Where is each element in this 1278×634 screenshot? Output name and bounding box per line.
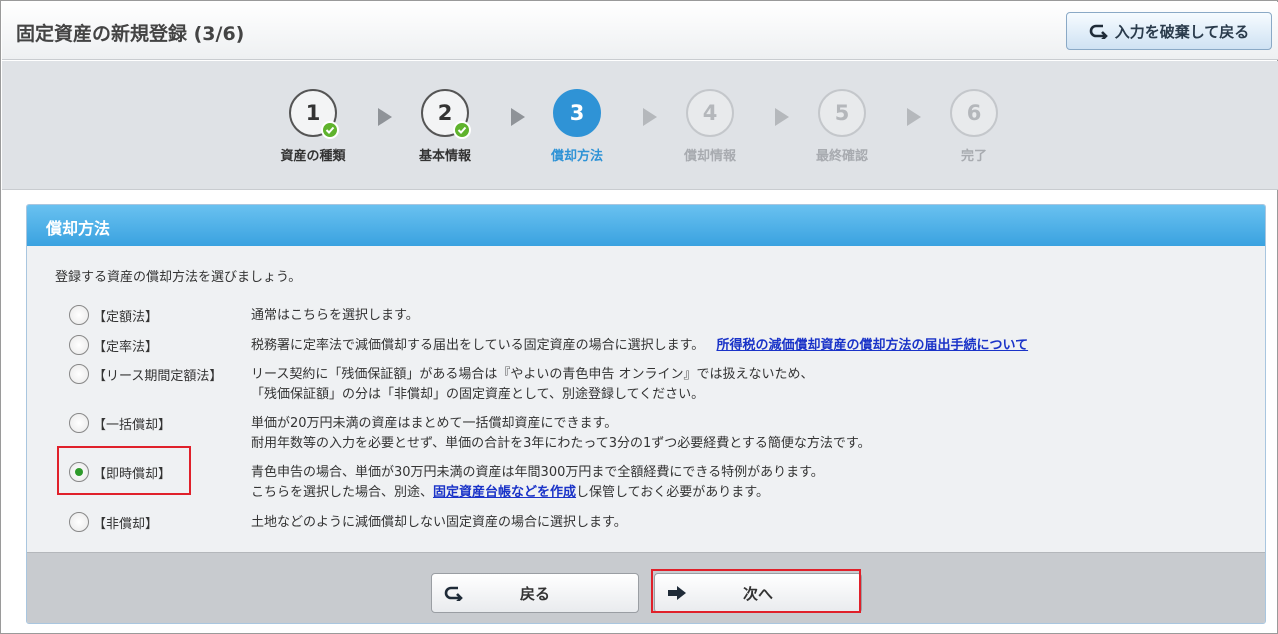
option-name: 【リース期間定額法】	[93, 369, 223, 384]
option-name: 【即時償却】	[93, 467, 172, 482]
step-2-circle: 2	[421, 89, 471, 139]
option-desc-line2: 耐用年数等の入力を必要とせず、単価の合計を3年にわたって3分の1ずつ必要経費とす…	[251, 436, 871, 451]
radio-lump-sum[interactable]	[69, 413, 89, 433]
progress-stepper: 1 資産の種類 2 基本情報 3 償却方法 4 償却情報 5 最終確認 6 完了	[2, 61, 1278, 190]
step-5-label: 最終確認	[815, 149, 868, 164]
panel-body: 登録する資産の償却方法を選びましょう。 【定額法】 通常はこちらを選択します。 …	[27, 246, 1265, 552]
step-3-circle: 3	[553, 89, 601, 137]
step-1-number: 1	[305, 101, 321, 125]
step-arrow-icon	[511, 108, 525, 126]
option-desc: リース契約に「残価保証額」がある場合は『やよいの青色申告 オンライン』では扱えな…	[251, 365, 813, 405]
discard-button-label: 入力を破棄して戻る	[1114, 22, 1250, 41]
step-6-label: 完了	[960, 149, 987, 164]
step-5-circle: 5	[818, 89, 866, 137]
option-desc-line2-post: し保管しておく必要があります。	[576, 485, 769, 500]
step-3-number: 3	[569, 101, 585, 125]
step-arrow-icon	[775, 108, 789, 126]
option-desc: 単価が20万円未満の資産はまとめて一括償却資産にできます。 耐用年数等の入力を必…	[251, 414, 871, 454]
step-4-label: 償却情報	[683, 149, 736, 164]
option-name: 【定率法】	[93, 340, 159, 355]
step-6-circle: 6	[950, 89, 998, 137]
option-desc: 通常はこちらを選択します。	[251, 308, 419, 323]
step-5: 5 最終確認	[797, 89, 887, 164]
option-name: 【一括償却】	[93, 418, 172, 433]
check-icon	[321, 121, 339, 139]
option-desc: 青色申告の場合、単価が30万円未満の資産は年間300万円まで全額経費にできる特例…	[251, 463, 824, 503]
page-header: 固定資産の新規登録 (3/6) 入力を破棄して戻る	[2, 2, 1278, 60]
radio-non-depreciable[interactable]	[69, 512, 89, 532]
step-2-number: 2	[437, 101, 453, 125]
option-desc: 税務署に定率法で減価償却する届出をしている固定資産の場合に選択します。 所得税の…	[251, 336, 1028, 356]
panel-title: 償却方法	[27, 205, 1265, 246]
arrow-right-icon	[668, 586, 686, 600]
back-button-label: 戻る	[519, 584, 550, 603]
step-6: 6 完了	[929, 89, 1019, 164]
step-arrow-icon	[907, 108, 921, 126]
option-name: 【非償却】	[93, 517, 159, 532]
step-2-label: 基本情報	[418, 149, 471, 164]
option-desc-line1: 青色申告の場合、単価が30万円未満の資産は年間300万円まで全額経費にできる特例…	[251, 465, 824, 480]
depreciation-notice-link[interactable]: 所得税の減価償却資産の償却方法の届出手続について	[716, 338, 1028, 353]
option-desc-line2: 「残価保証額」の分は「非償却」の固定資産として、別途登録してください。	[251, 387, 705, 402]
discard-and-return-button[interactable]: 入力を破棄して戻る	[1066, 12, 1272, 50]
step-1: 1 資産の種類	[268, 89, 358, 164]
radio-straight-line[interactable]	[69, 305, 89, 325]
step-2: 2 基本情報	[400, 89, 490, 164]
next-button-label: 次へ	[742, 584, 773, 603]
option-desc-line1: リース契約に「残価保証額」がある場合は『やよいの青色申告 オンライン』では扱えな…	[251, 367, 814, 382]
asset-ledger-link[interactable]: 固定資産台帳などを作成	[433, 485, 576, 500]
option-desc-line2-pre: こちらを選択した場合、別途、	[251, 485, 434, 500]
option-name: 【定額法】	[93, 310, 159, 325]
radio-lease-period[interactable]	[69, 364, 89, 384]
radio-immediate[interactable]	[69, 462, 89, 482]
step-4: 4 償却情報	[665, 89, 755, 164]
panel-footer: 戻る 次へ	[27, 552, 1265, 623]
step-3: 3 償却方法	[532, 89, 622, 164]
step-arrow-icon	[378, 108, 392, 126]
step-4-circle: 4	[686, 89, 734, 137]
step-4-number: 4	[702, 101, 718, 125]
step-1-label: 資産の種類	[280, 149, 346, 164]
check-icon	[453, 121, 471, 139]
return-arrow-icon	[1089, 24, 1108, 39]
step-5-number: 5	[834, 101, 850, 125]
step-3-label: 償却方法	[550, 149, 603, 164]
page-title: 固定資産の新規登録 (3/6)	[16, 23, 245, 45]
next-button[interactable]: 次へ	[654, 573, 862, 613]
option-desc-line1: 単価が20万円未満の資産はまとめて一括償却資産にできます。	[251, 416, 618, 431]
intro-text: 登録する資産の償却方法を選びましょう。	[55, 270, 302, 285]
step-1-circle: 1	[289, 89, 339, 139]
step-6-number: 6	[966, 101, 982, 125]
option-desc-text: 税務署に定率法で減価償却する届出をしている固定資産の場合に選択します。	[251, 338, 705, 353]
app-window: 固定資産の新規登録 (3/6) 入力を破棄して戻る 1 資産の種類 2 基本情報…	[0, 0, 1278, 634]
step-arrow-icon	[643, 108, 657, 126]
depreciation-method-panel: 償却方法 登録する資産の償却方法を選びましょう。 【定額法】 通常はこちらを選択…	[26, 204, 1266, 624]
back-button[interactable]: 戻る	[431, 573, 639, 613]
radio-declining-balance[interactable]	[69, 335, 89, 355]
option-desc: 土地などのように減価償却しない固定資産の場合に選択します。	[251, 515, 627, 530]
return-arrow-icon	[444, 586, 463, 601]
